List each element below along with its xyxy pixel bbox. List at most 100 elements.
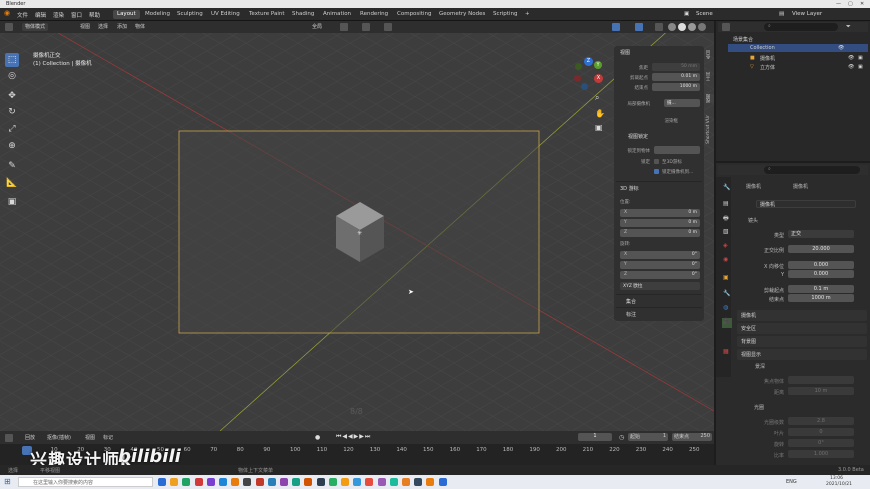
clip-end-field[interactable]: 1000 m <box>652 83 700 91</box>
tab-view[interactable]: 视图 <box>706 94 714 103</box>
editor-type-icon[interactable] <box>5 23 13 31</box>
tab-layout[interactable]: Layout <box>113 10 140 19</box>
rotate-tool-icon[interactable]: ↻ <box>5 105 19 119</box>
tab-tool[interactable]: 工具 <box>706 72 714 81</box>
cursor-tool-icon[interactable]: ◎ <box>5 69 19 83</box>
playback-controls[interactable]: ⏮◀◀▶▶⏭ <box>336 433 371 441</box>
maximize-icon[interactable]: ▢ <box>848 1 853 7</box>
output-tab-icon[interactable]: 🖶 <box>723 214 729 224</box>
fstop-field[interactable]: 2.8 <box>788 417 854 425</box>
annotate-tool-icon[interactable]: ✎ <box>5 159 19 173</box>
3d-cursor-panel-title[interactable]: 3D 游标 <box>620 185 639 192</box>
proportional-edit-icon[interactable] <box>384 23 392 31</box>
physics-tab-icon[interactable]: ◍ <box>723 304 728 311</box>
orientation-dropdown[interactable]: 全局 <box>312 23 322 31</box>
view-layer-name[interactable]: View Layer <box>792 11 822 17</box>
taskbar-app-icon[interactable] <box>170 478 179 486</box>
outliner-scene-collection[interactable]: 场景集合 <box>733 36 753 43</box>
gizmo-toggle-icon[interactable] <box>612 23 620 31</box>
texture-tab-icon[interactable]: ▦ <box>723 348 729 355</box>
scale-tool-icon[interactable]: ⤢ <box>5 122 19 136</box>
tab-geometry-nodes[interactable]: Geometry Nodes <box>435 10 489 19</box>
collections-panel-title[interactable]: 集合 <box>626 298 636 305</box>
taskbar-app-icon[interactable] <box>365 478 374 486</box>
taskbar-app-icon[interactable] <box>353 478 362 486</box>
menu-view[interactable]: 视图 <box>80 23 90 31</box>
end-frame-field[interactable]: 结束点 250 <box>672 433 712 441</box>
focus-object-field[interactable] <box>788 376 854 384</box>
tab-scripting[interactable]: Scripting <box>489 10 521 19</box>
blades-field[interactable]: 0 <box>788 428 854 436</box>
taskbar-app-icon[interactable] <box>377 478 386 486</box>
taskbar-app-icon[interactable] <box>414 478 423 486</box>
object-tab-icon[interactable]: ▣ <box>723 274 729 281</box>
measure-tool-icon[interactable]: 📐 <box>5 176 19 190</box>
camera-view-icon[interactable]: ▣ <box>595 123 603 132</box>
pan-hand-icon[interactable]: ✋ <box>595 109 605 118</box>
taskbar-app-icon[interactable] <box>243 478 252 486</box>
cube-render-icon[interactable]: ▣ <box>858 64 863 70</box>
select-tool-icon[interactable]: ⬚ <box>5 53 19 67</box>
taskbar-app-icon[interactable] <box>182 478 191 486</box>
ortho-scale-field[interactable]: 20.000 <box>788 245 854 253</box>
menu-render[interactable]: 渲染 <box>53 11 64 19</box>
taskbar-app-icon[interactable] <box>206 478 215 486</box>
clock-time[interactable]: 13:06 <box>830 476 843 481</box>
add-workspace-button[interactable]: + <box>521 10 534 19</box>
xray-icon[interactable] <box>655 23 663 31</box>
tab-shading[interactable]: Shading <box>288 10 318 19</box>
taskbar-app-icon[interactable] <box>304 478 313 486</box>
menu-file[interactable]: 文件 <box>17 11 28 19</box>
start-frame-field[interactable]: 起始 1 <box>628 433 668 441</box>
blender-logo-icon[interactable]: ◉ <box>4 9 10 17</box>
lens-panel-title[interactable]: 镜头 <box>748 217 758 224</box>
aperture-ratio-field[interactable]: 1.000 <box>788 450 854 458</box>
taskbar-app-icon[interactable] <box>267 478 276 486</box>
cursor-rotation-z-field[interactable]: Z 0° <box>620 271 700 279</box>
taskbar-app-icon[interactable] <box>231 478 240 486</box>
menu-edit[interactable]: 编辑 <box>35 11 46 19</box>
3d-viewport[interactable]: ✳ 摄像机正交 (1) Collection | 摄像机 8/8 Z Y X ⌕… <box>0 21 714 431</box>
focal-length-field[interactable]: 50 mm <box>652 63 700 71</box>
marker-menu[interactable]: 标记 <box>103 434 113 442</box>
taskbar-search-input[interactable]: 在这里输入你要搜索的内容 <box>18 477 153 487</box>
aperture-rotation-field[interactable]: 0° <box>788 439 854 447</box>
transform-tool-icon[interactable]: ⊕ <box>5 139 19 153</box>
wireframe-shading-icon[interactable] <box>668 23 676 31</box>
cube-visibility-eye-icon[interactable]: 👁 <box>848 64 854 70</box>
taskbar-app-icon[interactable] <box>194 478 203 486</box>
background-images-subpanel[interactable]: 背景图 <box>737 336 867 347</box>
taskbar-app-icon[interactable] <box>158 478 166 486</box>
prop-clip-end-field[interactable]: 1000 m <box>788 294 854 302</box>
taskbar-app-icon[interactable] <box>280 478 288 486</box>
tab-uv-editing[interactable]: UV Editing <box>207 10 244 19</box>
lock-3d-cursor-checkbox[interactable] <box>654 159 659 164</box>
safe-areas-subpanel[interactable]: 安全区 <box>737 323 867 334</box>
tool-tab-icon[interactable]: 🔧 <box>723 184 730 191</box>
lock-to-object-field[interactable] <box>654 146 700 154</box>
cursor-rotation-x-field[interactable]: X 0° <box>620 251 700 259</box>
modifier-tab-icon[interactable]: 🔧 <box>723 290 730 297</box>
navigation-gizmo[interactable]: Z Y X <box>572 57 606 91</box>
tab-modeling[interactable]: Modeling <box>141 10 174 19</box>
outliner-search-input[interactable]: ⌕ <box>764 23 838 31</box>
aperture-panel-title[interactable]: 光圈 <box>754 404 764 411</box>
outliner-item-cube[interactable]: 立方体 <box>760 64 775 71</box>
keying-menu[interactable]: 抠像(插帧) <box>47 434 71 442</box>
camera-data-tab-icon[interactable]: 🎥 <box>722 318 732 328</box>
render-region-label[interactable]: 渲染框 <box>662 118 679 124</box>
menu-add[interactable]: 添加 <box>117 23 127 31</box>
rotation-mode-dropdown[interactable]: XYZ 欧拉 <box>620 282 700 290</box>
minimize-icon[interactable]: — <box>836 1 841 7</box>
solid-shading-icon[interactable] <box>678 23 686 31</box>
scene-name[interactable]: Scene <box>696 11 713 17</box>
zoom-icon[interactable]: ⌕ <box>595 93 599 103</box>
render-tab-icon[interactable]: ▤ <box>723 200 729 207</box>
add-cube-tool-icon[interactable]: ▣ <box>5 195 19 209</box>
tab-rendering[interactable]: Rendering <box>356 10 392 19</box>
language-indicator[interactable]: ENG <box>786 479 797 485</box>
tab-shortcut-vur[interactable]: Shortcut VUr <box>706 115 714 144</box>
tab-compositing[interactable]: Compositing <box>393 10 435 19</box>
cursor-location-z-field[interactable]: Z 0 m <box>620 229 700 237</box>
cursor-location-y-field[interactable]: Y 0 m <box>620 219 700 227</box>
